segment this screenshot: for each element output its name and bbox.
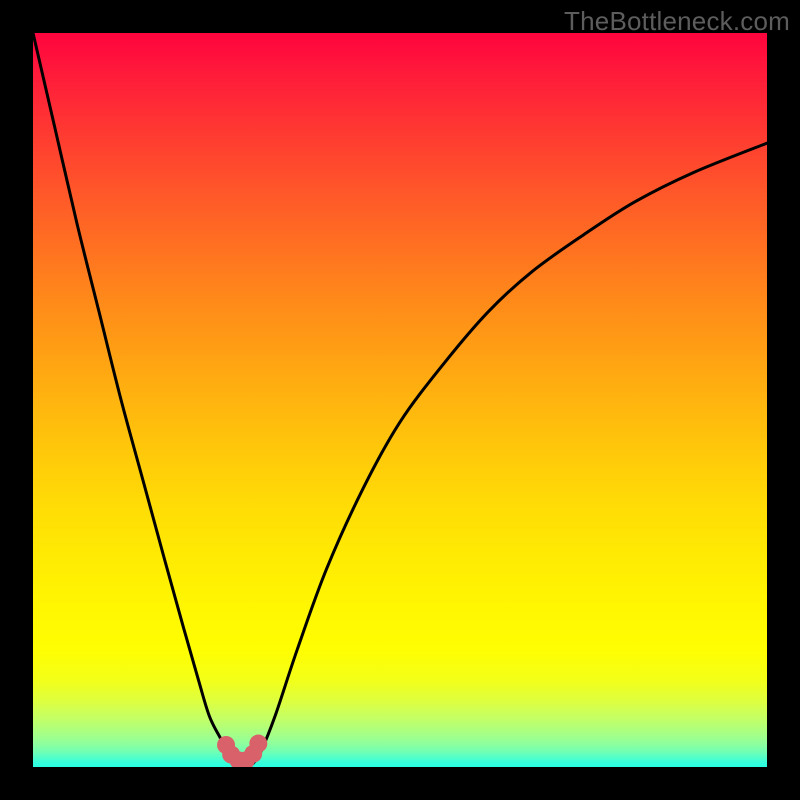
chart-frame: TheBottleneck.com (0, 0, 800, 800)
curve-right-branch (253, 143, 767, 763)
curve-left-branch (33, 33, 239, 763)
watermark-text: TheBottleneck.com (564, 6, 790, 37)
curves-layer (33, 33, 767, 767)
valley-marker (249, 735, 267, 753)
plot-area (33, 33, 767, 767)
